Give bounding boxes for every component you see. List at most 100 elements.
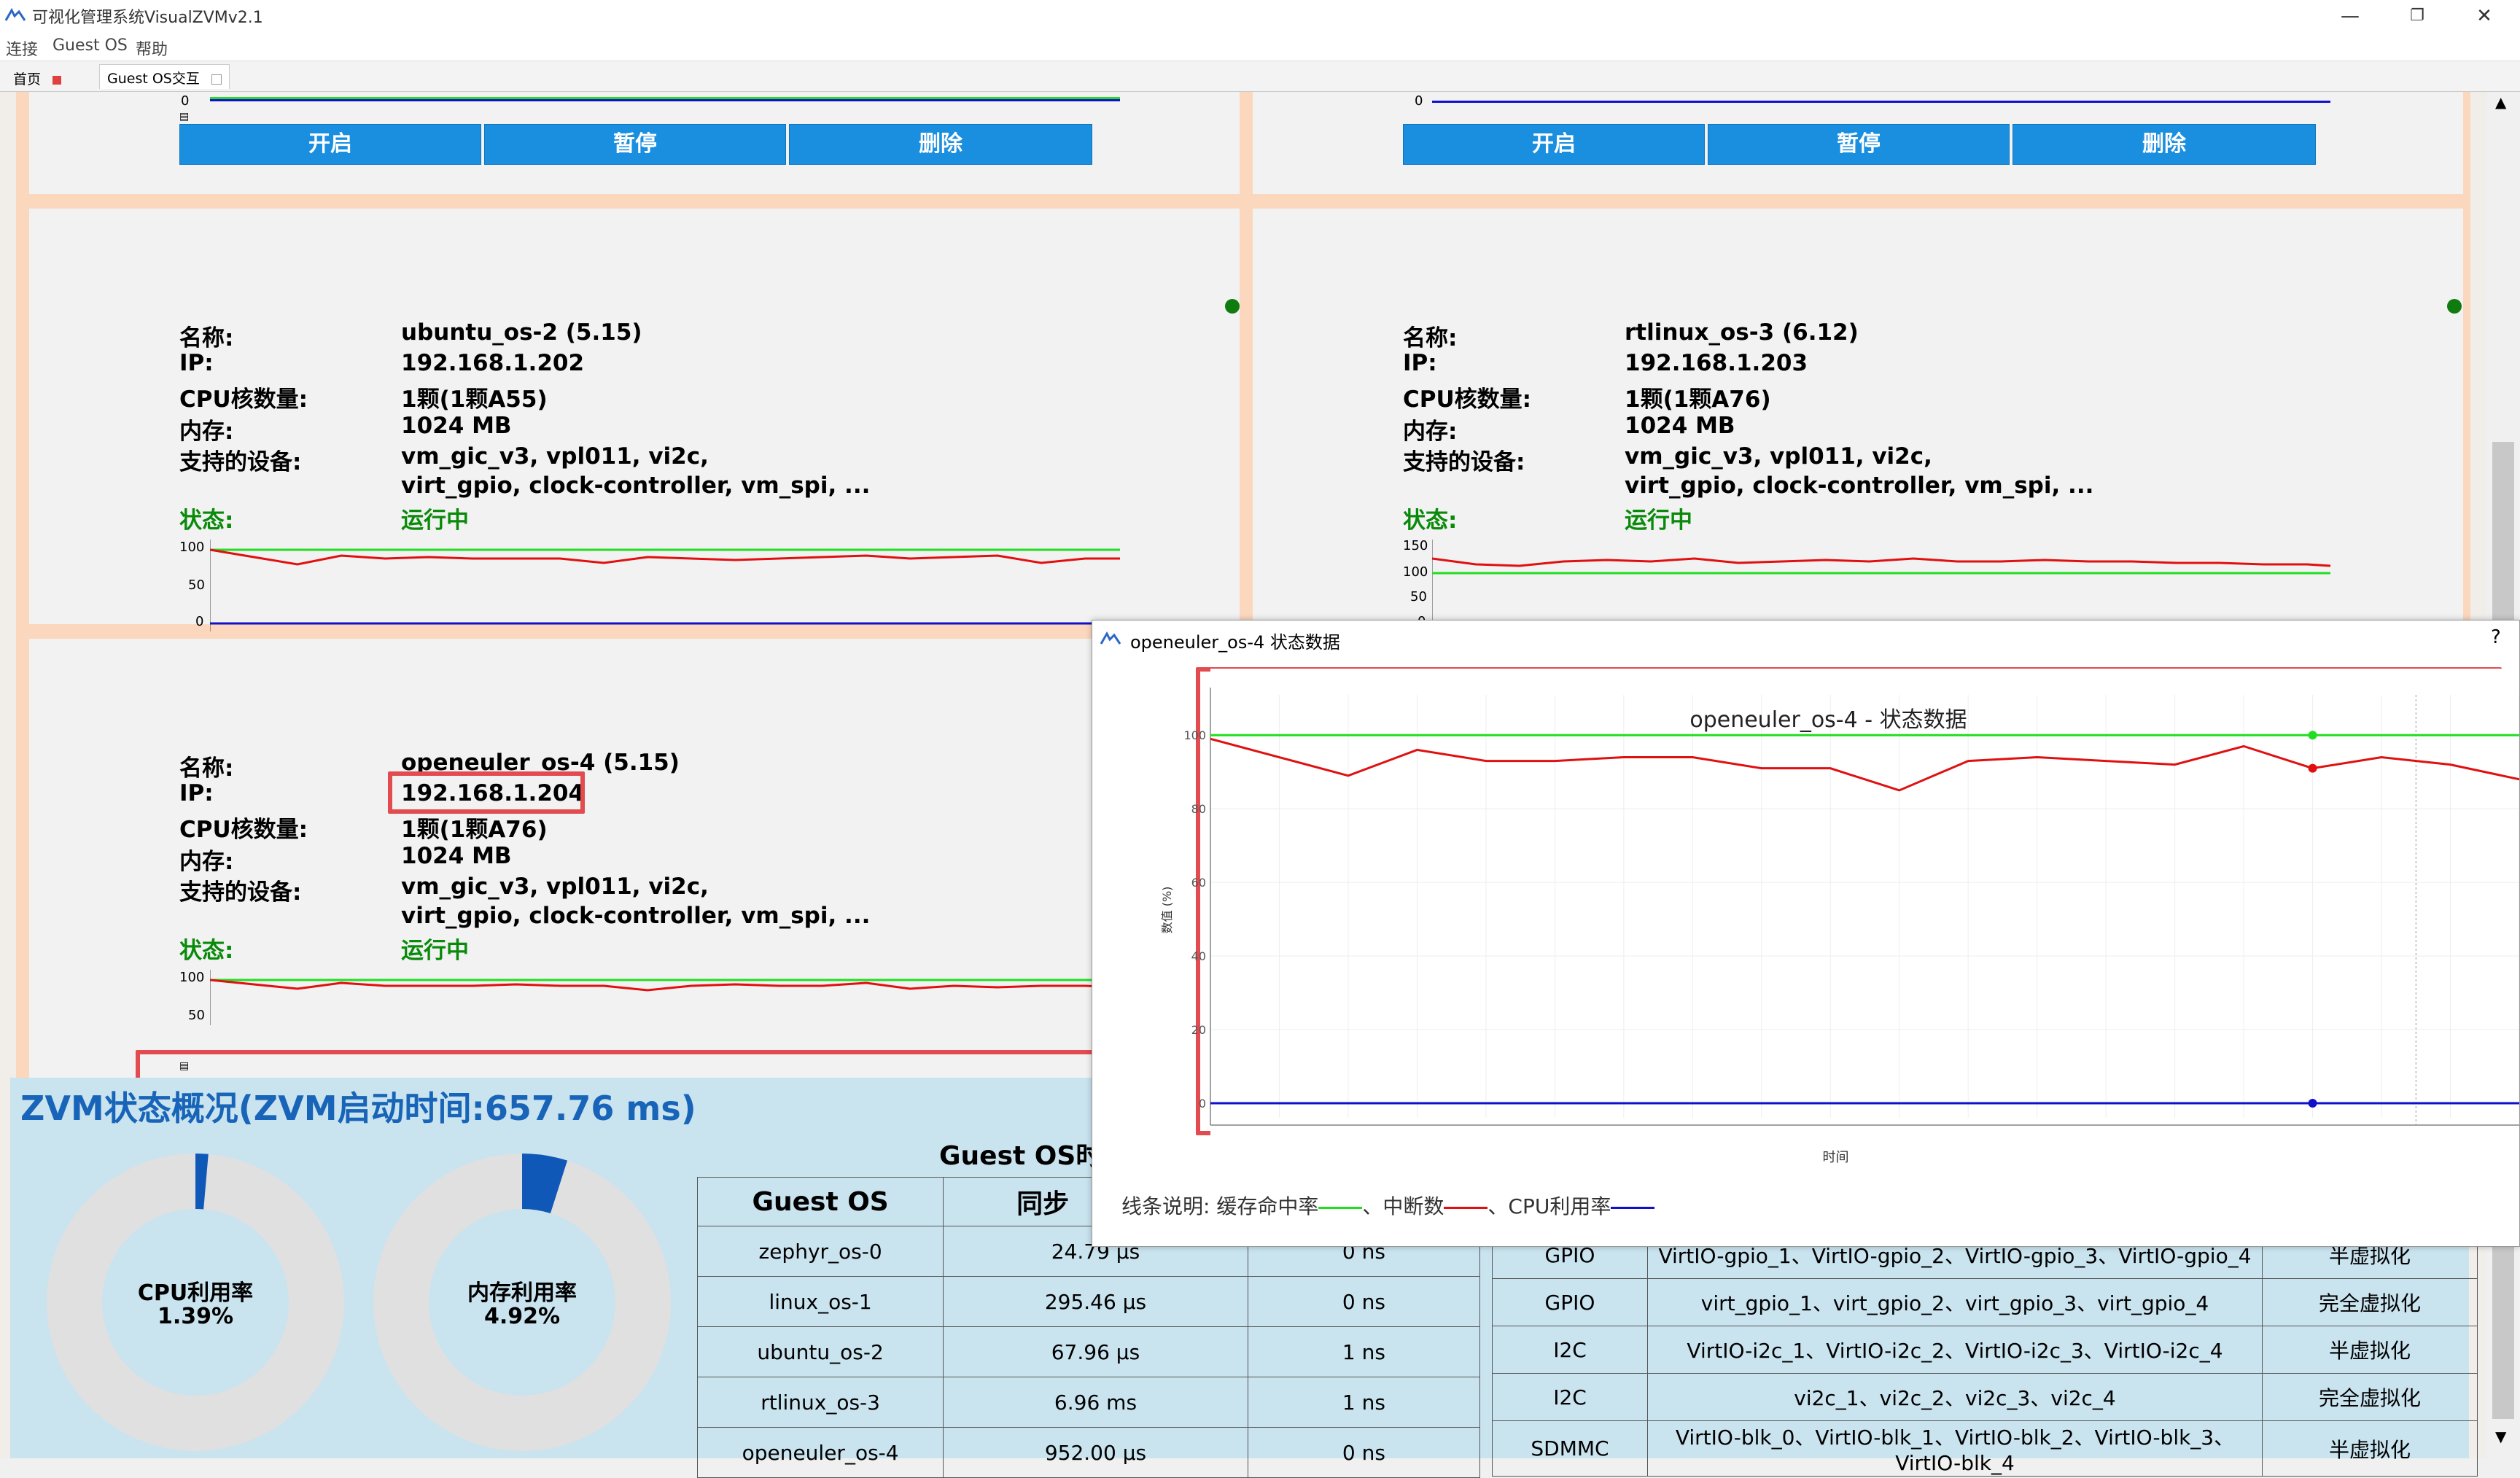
axis-tick: 0 [1415,93,1423,109]
axis-tick: 50 [188,1008,205,1023]
axis-tick: 100 [1403,564,1428,580]
table-row: I2C VirtIO-i2c_1、VirtIO-i2c_2、VirtIO-i2c_… [1492,1326,2478,1374]
pause-button[interactable]: 暂停 [484,124,786,165]
button-row: 开启 暂停 删除 [179,124,1120,165]
maximize-icon[interactable]: ❐ [2392,1,2443,31]
state-label: 状态: [179,938,234,964]
state-value: 运行中 [401,507,469,534]
ip-value: 192.168.1.203 [1625,350,1808,376]
mini-chart [210,540,1120,631]
devices-value-line2: virt_gpio, clock-controller, vm_spi, ... [1625,472,2094,499]
menu-connect[interactable]: 连接 [6,36,38,60]
partial-card-right: 0 开启 暂停 删除 [1253,92,2463,194]
table-cell: 完全虚拟化 [2262,1373,2478,1421]
delete-button[interactable]: 删除 [789,124,1092,165]
legend-interrupt-swatch [1444,1206,1488,1209]
axis-tick: 100 [179,540,205,555]
table-cell: zephyr_os-0 [696,1226,944,1277]
table-cell: ubuntu_os-2 [696,1326,944,1377]
ip-label: IP: [179,780,214,806]
tab-home-label: 首页 [13,71,42,87]
memory-usage-label: 内存利用率 [467,1280,577,1306]
help-button[interactable]: ? [2491,626,2501,648]
memory-label: 内存: [1403,419,1458,445]
table-row: linux_os-1 295.46 μs 0 ns [696,1276,1481,1327]
minimize-icon[interactable]: — [2325,1,2376,31]
state-value: 运行中 [401,938,469,964]
status-dot-icon [1225,299,1240,314]
devices-value-line1: vm_gic_v3, vpl011, vi2c, [401,874,709,900]
table-cell: 6.96 ms [943,1377,1248,1428]
ip-label: IP: [1403,350,1437,376]
tab-guest-os-interaction[interactable]: Guest OS交互 [99,64,230,89]
table-cell: vi2c_1、vi2c_2、vi2c_3、vi2c_4 [1647,1373,2263,1421]
scroll-up-icon[interactable]: ▲ [2495,93,2506,111]
cpu-value: 1颗(1颗A55) [401,386,548,413]
table-cell: 1 ns [1247,1326,1481,1377]
mini-chart [210,970,1121,1025]
memory-value: 1024 MB [401,413,512,439]
menu-guest-os[interactable]: Guest OS [52,36,128,55]
pause-button[interactable]: 暂停 [1708,124,2010,165]
y-axis-label: 数值 (%) [1160,887,1174,934]
table-cell: 半虚拟化 [2262,1326,2478,1374]
title-bar: 可视化管理系统VisualZVMv2.1 — ❐ ✕ [0,0,2520,32]
close-icon[interactable]: ✕ [2459,1,2510,31]
delete-button[interactable]: 删除 [2012,124,2316,165]
app-logo-icon [4,7,26,21]
guest-card-rtlinux: 名称: rtlinux_os-3 (6.12) IP: 192.168.1.20… [1253,209,2463,688]
guest-table-title: Guest OS时 [939,1141,1102,1171]
table-cell: VirtIO-blk_0、VirtIO-blk_1、VirtIO-blk_2、V… [1647,1420,2263,1477]
tab-close-icon[interactable] [52,75,62,85]
tab-bar: 首页 Guest OS交互 [0,61,2520,92]
guest-card-ubuntu: 名称: ubuntu_os-2 (5.15) IP: 192.168.1.202… [29,209,1240,688]
y-tick-label: 0 [1199,1097,1206,1111]
y-tick-label: 60 [1191,876,1206,890]
legend-cpu-label: CPU利用率 [1508,1194,1611,1218]
devices-value-line2: virt_gpio, clock-controller, vm_spi, ... [401,903,871,929]
table-cell: VirtIO-i2c_1、VirtIO-i2c_2、VirtIO-i2c_3、V… [1647,1326,2263,1374]
memory-value: 1024 MB [401,843,512,869]
menu-help[interactable]: 帮助 [136,36,168,60]
legend-prefix: 线条说明: [1121,1194,1210,1218]
scroll-down-icon[interactable]: ▼ [2495,1428,2506,1445]
cpu-label: CPU核数量: [1403,386,1532,413]
tab-close-icon[interactable] [211,74,222,85]
table-row: ubuntu_os-2 67.96 μs 1 ns [696,1326,1481,1377]
window-title: 可视化管理系统VisualZVMv2.1 [32,9,263,27]
axis-tick: 0 [195,614,204,629]
table-cell: I2C [1492,1373,1648,1421]
y-tick-label: 20 [1191,1023,1206,1037]
table-cell: 1 ns [1247,1377,1481,1428]
status-line-chart: 100 80 60 40 20 0 openeuler_os-4 - 状态数据数值 (%) 时… [1160,669,2519,1165]
memory-label: 内存: [179,849,234,875]
start-button[interactable]: 开启 [1403,124,1705,165]
chart-title: openeuler_os-4 - 状态数据 [1689,707,1967,733]
legend-cpu-swatch [1611,1206,1655,1209]
start-button[interactable]: 开启 [179,124,481,165]
reset-icon[interactable]: ▤ [179,111,189,122]
partial-card-left: 0 ▤ 开启 暂停 删除 [29,92,1240,194]
x-axis-label: 时间 [1823,1150,1849,1165]
cpu-line [210,99,1120,101]
cpu-line [1432,101,2330,103]
name-value: ubuntu_os-2 (5.15) [401,319,642,346]
tab-home[interactable]: 首页 [6,66,69,90]
zvm-status-title: ZVM状态概况(ZVM启动时间:657.76 ms) [20,1089,696,1128]
hover-point [2308,1099,2317,1108]
table-cell: 0 ns [1247,1276,1481,1327]
cpu-usage-label: CPU利用率 [137,1280,254,1306]
cpu-value: 1颗(1颗A76) [401,817,548,843]
y-tick-label: 100 [1183,728,1206,742]
device-table: GPIO VirtIO-gpio_1、VirtIO-gpio_2、VirtIO-g… [1492,1231,2478,1477]
axis-tick: 100 [179,970,205,985]
legend-cache-label: 缓存命中率 [1216,1194,1319,1218]
name-label: 名称: [179,755,234,782]
ip-value: 192.168.1.202 [401,350,585,376]
state-label: 状态: [1403,507,1458,534]
mini-chart [1432,540,2331,631]
table-cell: linux_os-1 [696,1276,944,1327]
dialog-title-bar: openeuler_os-4 状态数据 ? [1092,621,2519,658]
cpu-label: CPU核数量: [179,817,308,843]
ip-label: IP: [179,350,214,376]
